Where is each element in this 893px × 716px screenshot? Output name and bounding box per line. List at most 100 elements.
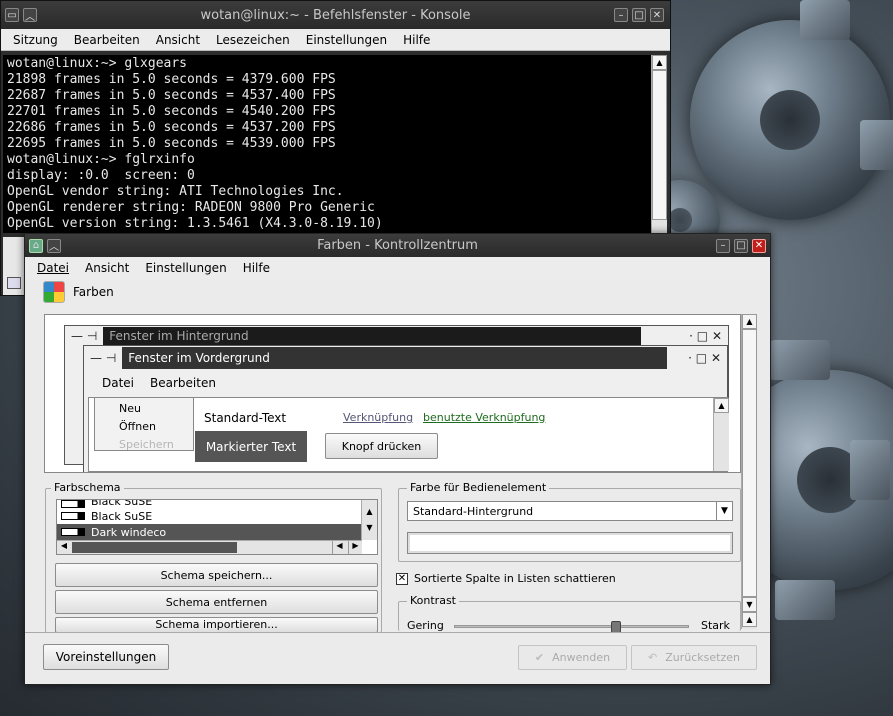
- list-hscrollbar[interactable]: ◀ ◀ ▶: [57, 540, 362, 554]
- save-scheme-button[interactable]: Schema speichern...: [55, 563, 378, 587]
- menu-ansicht[interactable]: Ansicht: [148, 33, 208, 47]
- close-icon[interactable]: ✕: [752, 238, 766, 253]
- preview-fg-title: Fenster im Vordergrund: [122, 347, 668, 369]
- terminal-scrollbar[interactable]: ▲: [651, 55, 667, 233]
- shade-icon[interactable]: ︿: [23, 8, 37, 23]
- scroll-up-icon[interactable]: ▲: [742, 612, 757, 627]
- menu-datei[interactable]: Datei: [29, 261, 77, 275]
- scroll-right-icon[interactable]: ▶: [348, 541, 362, 554]
- scroll-left-icon[interactable]: ◀: [57, 541, 71, 554]
- scroll-up-icon[interactable]: ▲: [742, 314, 757, 329]
- preview-content: Neu Öffnen Speichern Standard-Text Verkn…: [88, 397, 729, 472]
- preview-visited-link: benutzte Verknüpfung: [423, 411, 546, 424]
- scroll-left-icon[interactable]: ◀: [332, 541, 346, 554]
- menu-ansicht[interactable]: Ansicht: [77, 261, 137, 275]
- terminal-line: wotan@linux:~> glxgears: [7, 56, 188, 71]
- kcontrol-app-icon[interactable]: ⌂: [29, 238, 43, 253]
- terminal-output[interactable]: wotan@linux:~> glxgears 21898 frames in 5…: [3, 55, 651, 233]
- widget-color-group: Farbe für Bedienelement Standard-Hinterg…: [398, 481, 741, 562]
- popup-item-disabled: Speichern: [119, 438, 174, 451]
- contrast-min-label: Gering: [407, 619, 444, 632]
- scroll-down-icon[interactable]: ▼: [362, 520, 377, 536]
- preview-menu-datei: Datei: [102, 376, 135, 390]
- close-icon[interactable]: ✕: [650, 8, 664, 22]
- kcontrol-menubar: Datei Ansicht Einstellungen Hilfe: [25, 257, 770, 279]
- kcontrol-titlebar[interactable]: ⌂ ︿ Farben - Kontrollzentrum – □ ✕: [25, 234, 770, 257]
- menu-sitzung[interactable]: Sitzung: [5, 33, 66, 47]
- menu-hilfe[interactable]: Hilfe: [395, 33, 438, 47]
- preview-push-button: Knopf drücken: [325, 433, 438, 459]
- menu-einstellungen[interactable]: Einstellungen: [298, 33, 395, 47]
- terminal-line: OpenGL renderer string: RADEON 9800 Pro …: [7, 200, 375, 215]
- contrast-group: Kontrast Gering Stark: [398, 594, 741, 633]
- menu-lesezeichen[interactable]: Lesezeichen: [208, 33, 298, 47]
- contrast-slider[interactable]: [454, 621, 689, 633]
- scroll-thumb[interactable]: [652, 70, 667, 220]
- shade-sorted-row[interactable]: ✕ Sortierte Spalte in Listen schattieren: [396, 572, 616, 585]
- terminal-line: OpenGL version string: 1.3.5461 (X4.3.0-…: [7, 216, 383, 231]
- color-preview: — ⊣ Fenster im Hintergrund · □ ✕ — ⊣ Fen…: [44, 314, 741, 473]
- reset-label: Zurücksetzen: [665, 651, 740, 664]
- maximize-icon[interactable]: □: [632, 8, 646, 22]
- checkmark-icon: ✔: [534, 651, 545, 664]
- maximize-icon[interactable]: □: [734, 238, 748, 253]
- farbschema-group: Farbschema Black SuSE Black SuSE Dark wi…: [45, 481, 382, 633]
- shade-sorted-label: Sortierte Spalte in Listen schattieren: [414, 572, 616, 585]
- shade-icon[interactable]: ︿: [47, 238, 61, 253]
- preview-scrollbar: ▲: [713, 398, 729, 471]
- scheme-list[interactable]: Black SuSE Black SuSE Dark windeco ◀ ◀ ▶…: [56, 499, 378, 555]
- terminal-line: 22687 frames in 5.0 seconds = 4537.400 F…: [7, 88, 336, 103]
- list-item[interactable]: Black SuSE: [57, 508, 377, 524]
- shade-sorted-checkbox[interactable]: ✕: [396, 572, 408, 585]
- terminal-line: display: :0.0 screen: 0: [7, 168, 195, 183]
- konsole-menubar: Sitzung Bearbeiten Ansicht Lesezeichen E…: [1, 29, 670, 51]
- menu-hilfe[interactable]: Hilfe: [235, 261, 278, 275]
- defaults-button[interactable]: Voreinstellungen: [43, 644, 169, 670]
- list-item-selected[interactable]: Dark windeco: [57, 524, 377, 540]
- terminal-line: 22695 frames in 5.0 seconds = 4539.000 F…: [7, 136, 336, 151]
- pin-icon: — ⊣: [90, 351, 117, 365]
- module-scrollbar[interactable]: ▲ ▼ ▲: [741, 314, 757, 629]
- minimize-icon[interactable]: –: [716, 238, 730, 253]
- menu-einstellungen[interactable]: Einstellungen: [137, 261, 234, 275]
- terminal-line: wotan@linux:~> fglrxinfo: [7, 152, 195, 167]
- widget-color-select[interactable]: Standard-Hintergrund ▼: [407, 501, 733, 521]
- pin-icon: — ⊣: [71, 329, 98, 343]
- list-item[interactable]: Black SuSE: [57, 500, 377, 508]
- preview-standard-text: Standard-Text: [204, 411, 287, 425]
- module-header: Farben: [25, 279, 770, 305]
- scroll-up-icon[interactable]: ▲: [652, 55, 667, 70]
- preview-popup-menu: Neu Öffnen Speichern: [94, 397, 194, 451]
- preview-fg-titlebar: — ⊣ Fenster im Vordergrund · □ ✕: [84, 346, 727, 370]
- module-title: Farben: [73, 285, 114, 299]
- preview-menubar: Datei Bearbeiten: [84, 370, 727, 396]
- color-palette-icon: [43, 281, 65, 303]
- remove-scheme-button[interactable]: Schema entfernen: [55, 590, 378, 614]
- contrast-title: Kontrast: [407, 594, 459, 607]
- terminal-line: 22701 frames in 5.0 seconds = 4540.200 F…: [7, 104, 336, 119]
- scroll-up-icon[interactable]: ▲: [362, 504, 377, 520]
- scroll-thumb[interactable]: [72, 542, 237, 553]
- scroll-down-icon[interactable]: ▼: [742, 597, 757, 612]
- new-session-icon[interactable]: [7, 277, 21, 289]
- scroll-up-icon: ▲: [714, 398, 729, 413]
- color-swatch-button[interactable]: [407, 532, 733, 554]
- list-vscrollbar[interactable]: ▲ ▼: [361, 500, 377, 540]
- menu-bearbeiten[interactable]: Bearbeiten: [66, 33, 148, 47]
- window-menu-icon[interactable]: ▭: [5, 8, 19, 22]
- kcontrol-title: Farben - Kontrollzentrum: [317, 238, 478, 253]
- contrast-max-label: Stark: [701, 619, 730, 632]
- minimize-icon[interactable]: –: [614, 8, 628, 22]
- scroll-thumb[interactable]: [742, 329, 757, 597]
- farbschema-title: Farbschema: [51, 481, 124, 494]
- kcontrol-window[interactable]: ⌂ ︿ Farben - Kontrollzentrum – □ ✕ Datei…: [24, 233, 771, 685]
- import-scheme-button[interactable]: Schema importieren...: [55, 617, 378, 633]
- apply-button[interactable]: ✔ Anwenden: [518, 645, 627, 670]
- preview-bg-title: Fenster im Hintergrund: [103, 327, 642, 345]
- reset-button[interactable]: ↶ Zurücksetzen: [631, 645, 757, 670]
- chevron-down-icon[interactable]: ▼: [716, 502, 732, 520]
- konsole-titlebar[interactable]: ▭ ︿ wotan@linux:~ - Befehlsfenster - Kon…: [1, 1, 670, 29]
- popup-item: Öffnen: [119, 420, 156, 433]
- widget-color-title: Farbe für Bedienelement: [407, 481, 550, 494]
- preview-link: Verknüpfung: [343, 411, 414, 424]
